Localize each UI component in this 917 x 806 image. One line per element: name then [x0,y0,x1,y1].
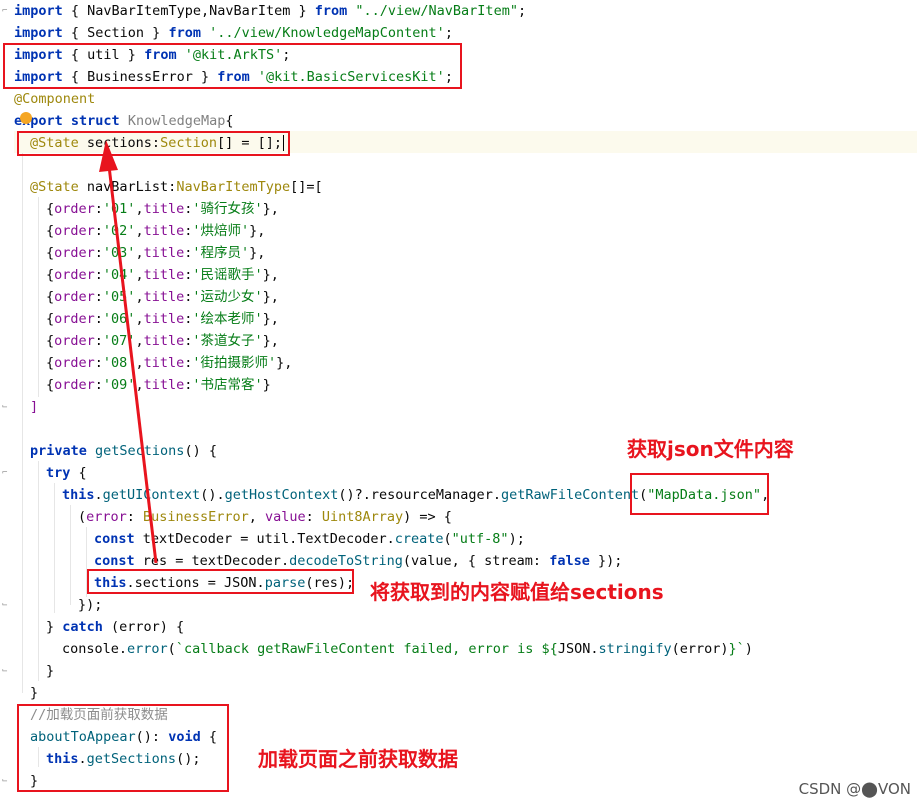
note-load-before: 加载页面之前获取数据 [258,747,458,771]
arrow-shaft [107,165,158,564]
arrow-head [99,140,118,172]
watermark: CSDN @⬤VON [798,780,911,798]
note-assign-sections: 将获取到的内容赋值给sections [370,580,664,604]
code-editor[interactable]: ⌐ ⌙ ⌐ ⌙ ⌙ ⌙ import { NavBarItemType,NavB… [0,0,917,806]
annotation-arrow [99,140,158,564]
note-get-json: 获取json文件内容 [627,437,794,461]
